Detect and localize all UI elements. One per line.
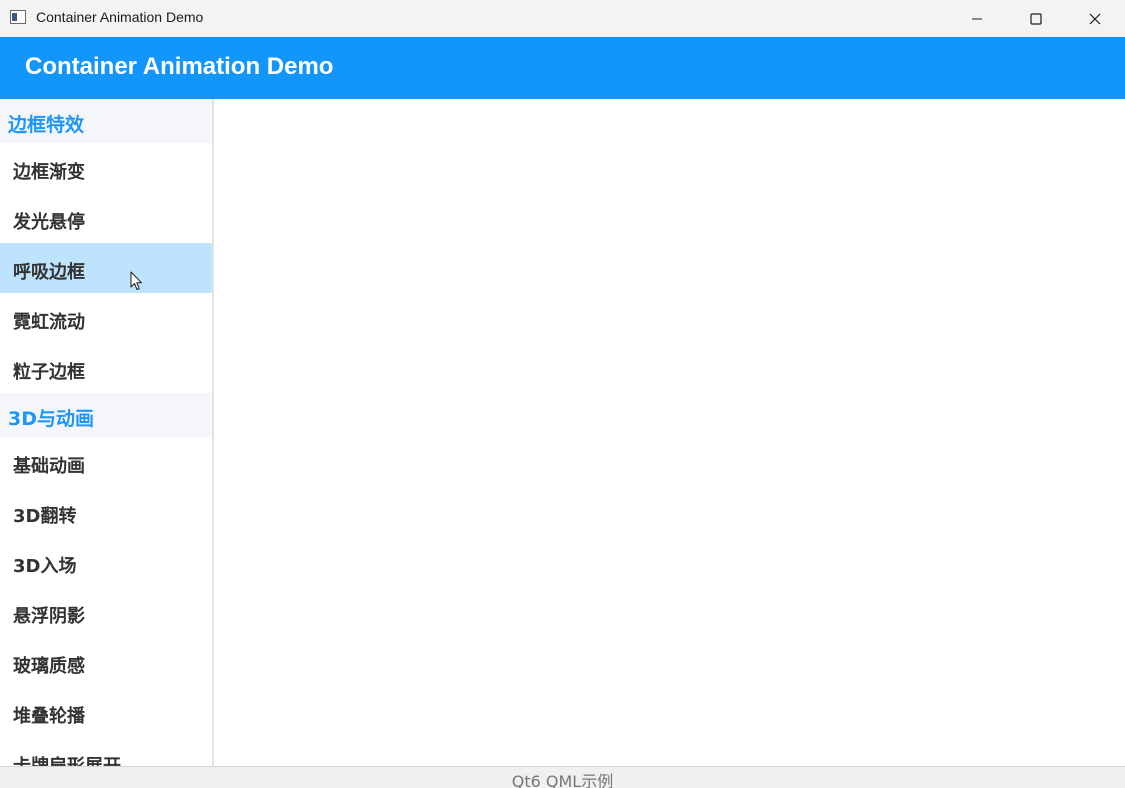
sidebar-item-glow-hover[interactable]: 发光悬停 bbox=[0, 193, 212, 243]
status-footer: Qt6 QML示例 bbox=[0, 766, 1125, 788]
sidebar-item-label: 基础动画 bbox=[13, 456, 85, 477]
sidebar-item-card-fan[interactable]: 卡牌扇形展开 bbox=[0, 737, 212, 766]
sidebar-item-particle-border[interactable]: 粒子边框 bbox=[0, 343, 212, 393]
sidebar-section-border-effects: 边框特效 bbox=[0, 99, 212, 143]
sidebar-item-label: 霓虹流动 bbox=[13, 312, 85, 333]
section-title: 3D与动画 bbox=[8, 408, 94, 430]
sidebar-item-label: 悬浮阴影 bbox=[13, 606, 85, 627]
minimize-icon bbox=[972, 18, 982, 19]
sidebar-item-stack-carousel[interactable]: 堆叠轮播 bbox=[0, 687, 212, 737]
sidebar-item-label: 玻璃质感 bbox=[13, 656, 85, 677]
sidebar-item-label: 粒子边框 bbox=[13, 362, 85, 383]
sidebar-item-3d-entrance[interactable]: 3D入场 bbox=[0, 537, 212, 587]
footer-text: Qt6 QML示例 bbox=[511, 772, 614, 788]
sidebar-item-label: 堆叠轮播 bbox=[13, 706, 85, 727]
sidebar-item-label: 呼吸边框 bbox=[13, 262, 85, 283]
sidebar-item-neon-flow[interactable]: 霓虹流动 bbox=[0, 293, 212, 343]
minimize-button[interactable] bbox=[954, 0, 1000, 37]
sidebar-item-glass-texture[interactable]: 玻璃质感 bbox=[0, 637, 212, 687]
sidebar-item-label: 边框渐变 bbox=[13, 162, 85, 183]
sidebar-item-floating-shadow[interactable]: 悬浮阴影 bbox=[0, 587, 212, 637]
sidebar-item-breathing-border[interactable]: 呼吸边框 bbox=[0, 243, 212, 293]
app-window: Container Animation Demo Container Anima… bbox=[0, 0, 1125, 788]
window-titlebar[interactable]: Container Animation Demo bbox=[0, 0, 1125, 37]
sidebar-section-3d-animation: 3D与动画 bbox=[0, 393, 212, 437]
close-icon bbox=[1089, 13, 1101, 24]
maximize-icon bbox=[1030, 12, 1042, 25]
section-title: 边框特效 bbox=[8, 114, 85, 136]
window-title: Container Animation Demo bbox=[36, 9, 204, 25]
sidebar[interactable]: 边框特效 边框渐变 发光悬停 呼吸边框 霓虹流动 粒子边框 3D与动画 基础动画… bbox=[0, 99, 212, 766]
maximize-button[interactable] bbox=[1013, 0, 1059, 37]
app-icon bbox=[10, 10, 26, 24]
sidebar-item-label: 3D翻转 bbox=[13, 506, 77, 527]
page-title: Container Animation Demo bbox=[25, 53, 334, 80]
sidebar-item-label: 3D入场 bbox=[13, 556, 77, 577]
sidebar-item-label: 卡牌扇形展开 bbox=[13, 752, 121, 766]
sidebar-item-border-gradient[interactable]: 边框渐变 bbox=[0, 143, 212, 193]
sidebar-item-basic-animation[interactable]: 基础动画 bbox=[0, 437, 212, 487]
mouse-cursor-icon bbox=[130, 271, 142, 290]
close-button[interactable] bbox=[1072, 0, 1118, 37]
app-header: Container Animation Demo bbox=[0, 37, 1125, 99]
content-area[interactable] bbox=[214, 99, 1125, 766]
sidebar-item-label: 发光悬停 bbox=[13, 212, 85, 233]
sidebar-item-3d-flip[interactable]: 3D翻转 bbox=[0, 487, 212, 537]
